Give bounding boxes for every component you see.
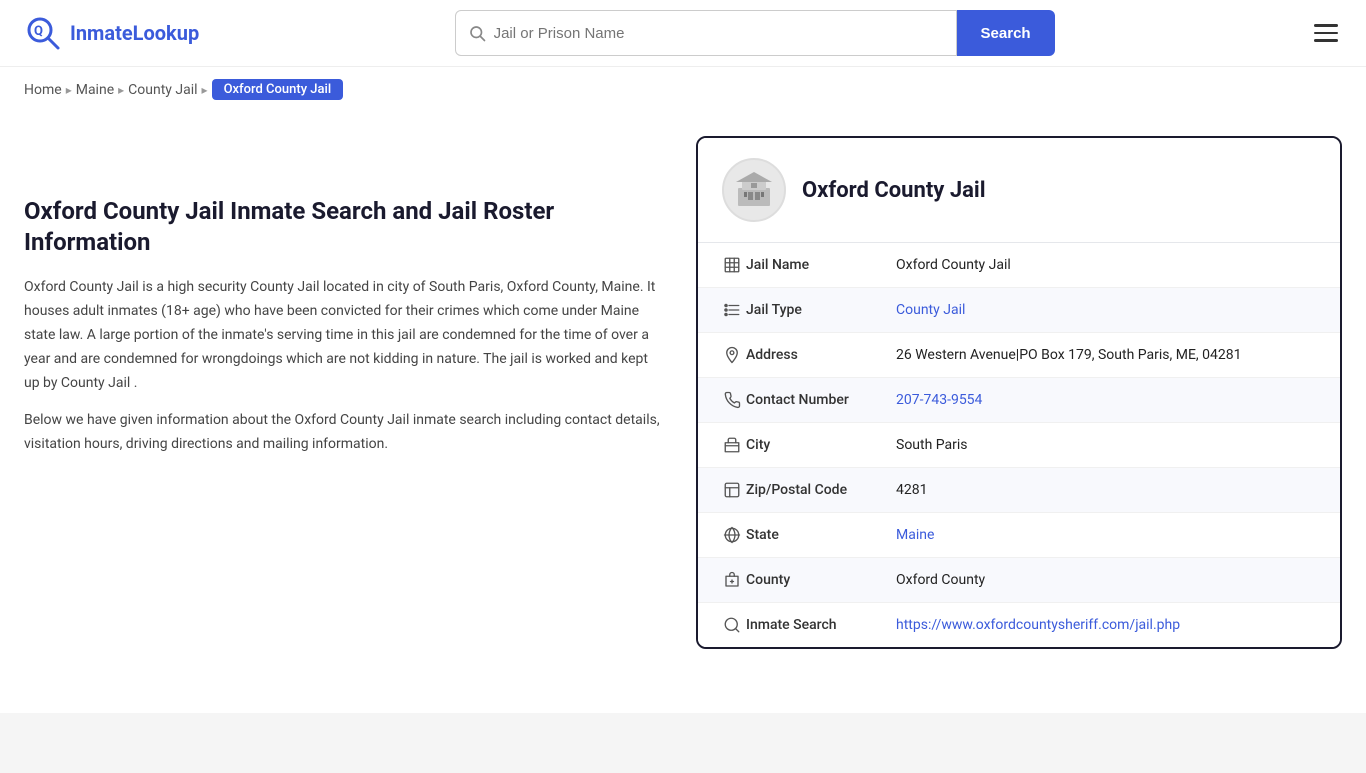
logo[interactable]: Q InmateLookup (24, 14, 199, 52)
logo-text: InmateLookup (70, 21, 199, 45)
row-value: 26 Western Avenue|PO Box 179, South Pari… (896, 347, 1320, 363)
row-label: Contact Number (746, 392, 896, 408)
hamburger-line-1 (1314, 24, 1338, 27)
info-rows-container: Jail NameOxford County JailJail TypeCoun… (698, 243, 1340, 647)
row-value-link[interactable]: 207-743-9554 (896, 392, 982, 408)
row-value: Oxford County Jail (896, 257, 1320, 273)
search-icon (468, 24, 486, 42)
row-value: Oxford County (896, 572, 1320, 588)
breadcrumb-sep-2: ▸ (118, 83, 124, 97)
list-icon (718, 301, 746, 319)
info-row: Jail TypeCounty Jail (698, 288, 1340, 333)
info-row: Contact Number207-743-9554 (698, 378, 1340, 423)
row-label: City (746, 437, 896, 453)
hamburger-line-2 (1314, 32, 1338, 35)
breadcrumb-sep-1: ▸ (66, 83, 72, 97)
breadcrumb: Home ▸ Maine ▸ County Jail ▸ Oxford Coun… (0, 67, 1366, 112)
zip-icon (718, 481, 746, 499)
hamburger-menu-button[interactable] (1310, 20, 1342, 46)
jail-thumbnail-icon (734, 170, 774, 210)
info-row: Jail NameOxford County Jail (698, 243, 1340, 288)
page-title: Oxford County Jail Inmate Search and Jai… (24, 196, 664, 258)
info-row: Zip/Postal Code4281 (698, 468, 1340, 513)
card-title: Oxford County Jail (802, 178, 986, 203)
row-label: Address (746, 347, 896, 363)
row-value-link[interactable]: https://www.oxfordcountysheriff.com/jail… (896, 617, 1180, 633)
row-value: South Paris (896, 437, 1320, 453)
row-value-link[interactable]: Maine (896, 527, 934, 543)
card-header: Oxford County Jail (698, 138, 1340, 243)
row-label: Jail Name (746, 257, 896, 273)
main-content: Oxford County Jail Inmate Search and Jai… (0, 112, 1366, 673)
footer-bar (0, 713, 1366, 773)
row-label: Zip/Postal Code (746, 482, 896, 498)
row-value[interactable]: Maine (896, 527, 1320, 543)
globe-icon (718, 526, 746, 544)
breadcrumb-current: Oxford County Jail (212, 79, 344, 100)
search-area: Search (455, 10, 1055, 56)
info-card: Oxford County Jail Jail NameOxford Count… (696, 136, 1342, 649)
svg-text:Q: Q (34, 24, 43, 39)
card-thumbnail (722, 158, 786, 222)
logo-icon: Q (24, 14, 62, 52)
building-icon (718, 256, 746, 274)
hamburger-line-3 (1314, 39, 1338, 42)
row-label: Jail Type (746, 302, 896, 318)
info-row: StateMaine (698, 513, 1340, 558)
row-value: 4281 (896, 482, 1320, 498)
search-button[interactable]: Search (957, 10, 1055, 56)
breadcrumb-state[interactable]: Maine (76, 82, 114, 98)
search-globe-icon (718, 616, 746, 634)
row-value[interactable]: County Jail (896, 302, 1320, 318)
county-icon (718, 571, 746, 589)
city-icon (718, 436, 746, 454)
breadcrumb-home[interactable]: Home (24, 82, 62, 98)
page-description-2: Below we have given information about th… (24, 409, 664, 457)
row-label: Inmate Search (746, 617, 896, 633)
breadcrumb-sep-3: ▸ (202, 83, 208, 97)
info-row: CountyOxford County (698, 558, 1340, 603)
search-wrapper (455, 10, 957, 56)
location-icon (718, 346, 746, 364)
left-panel: Oxford County Jail Inmate Search and Jai… (24, 136, 664, 649)
row-label: State (746, 527, 896, 543)
site-header: Q InmateLookup Search (0, 0, 1366, 67)
row-label: County (746, 572, 896, 588)
search-input[interactable] (494, 25, 944, 42)
info-row: CitySouth Paris (698, 423, 1340, 468)
right-panel: Oxford County Jail Jail NameOxford Count… (696, 136, 1342, 649)
row-value[interactable]: 207-743-9554 (896, 392, 1320, 408)
phone-icon (718, 391, 746, 409)
info-row: Inmate Searchhttps://www.oxfordcountyshe… (698, 603, 1340, 647)
row-value-link[interactable]: County Jail (896, 302, 965, 318)
row-value[interactable]: https://www.oxfordcountysheriff.com/jail… (896, 617, 1320, 633)
breadcrumb-type[interactable]: County Jail (128, 82, 197, 98)
page-description-1: Oxford County Jail is a high security Co… (24, 276, 664, 395)
info-row: Address26 Western Avenue|PO Box 179, Sou… (698, 333, 1340, 378)
